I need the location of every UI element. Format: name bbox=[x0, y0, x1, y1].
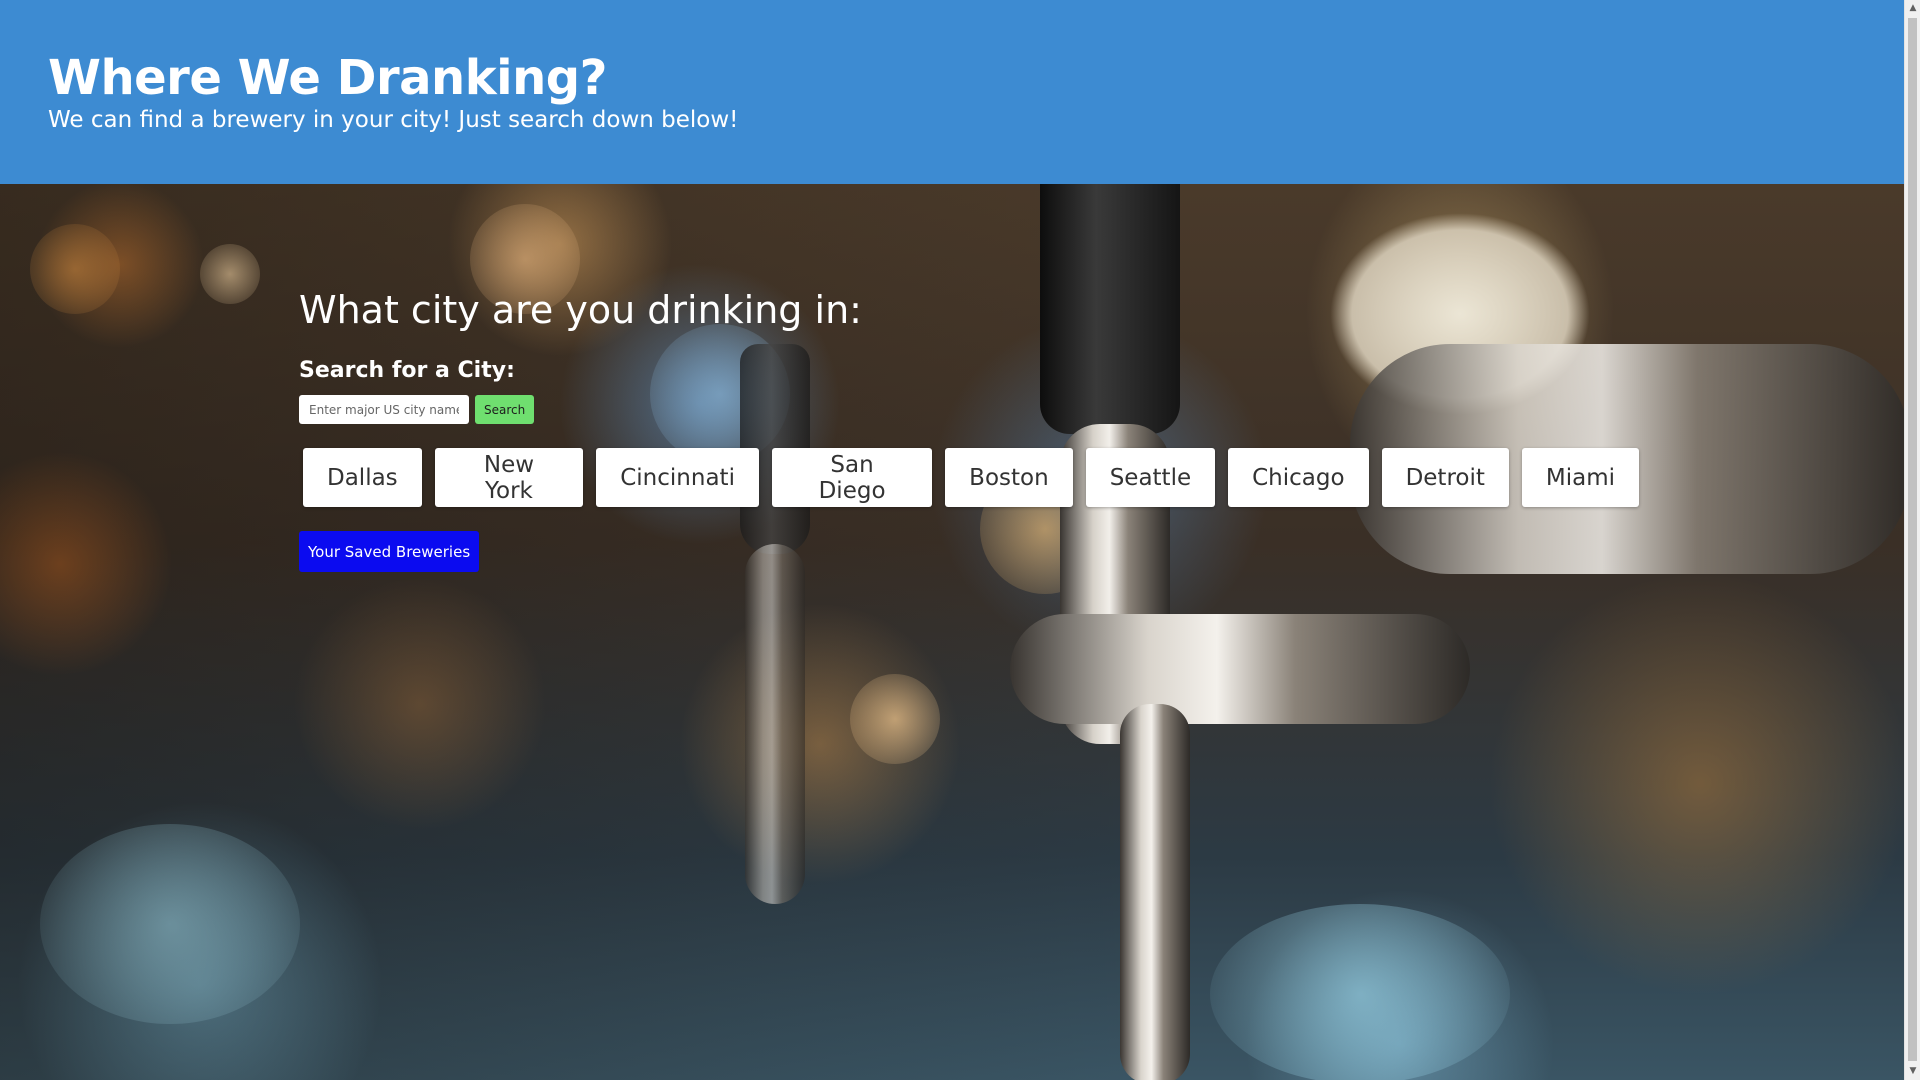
city-search-input[interactable] bbox=[299, 395, 469, 424]
saved-breweries-button[interactable]: Your Saved Breweries bbox=[299, 531, 480, 572]
search-form: Search bbox=[299, 395, 1639, 424]
city-button-cincinnati[interactable]: Cincinnati bbox=[596, 448, 759, 507]
header-banner: Where We Dranking? We can find a brewery… bbox=[0, 0, 1904, 184]
city-button-new-york[interactable]: New York bbox=[434, 448, 584, 507]
city-button-chicago[interactable]: Chicago bbox=[1228, 448, 1369, 507]
page-title: Where We Dranking? bbox=[48, 50, 607, 106]
search-label: Search for a City: bbox=[299, 358, 515, 383]
search-section: What city are you drinking in: Search fo… bbox=[299, 284, 1639, 572]
city-button-dallas[interactable]: Dallas bbox=[303, 448, 422, 507]
city-button-list: Dallas New York Cincinnati San Diego Bos… bbox=[303, 448, 1639, 507]
scroll-thumb[interactable] bbox=[1908, 18, 1917, 1061]
city-button-seattle[interactable]: Seattle bbox=[1085, 448, 1216, 507]
city-question-heading: What city are you drinking in: bbox=[299, 288, 862, 332]
scroll-down-arrow-icon[interactable]: ▼ bbox=[1905, 1063, 1920, 1080]
scroll-up-arrow-icon[interactable]: ▲ bbox=[1905, 0, 1920, 17]
vertical-scrollbar[interactable]: ▲ ▼ bbox=[1904, 0, 1920, 1080]
page-subtitle: We can find a brewery in your city! Just… bbox=[48, 107, 739, 133]
city-button-boston[interactable]: Boston bbox=[945, 448, 1073, 507]
city-button-detroit[interactable]: Detroit bbox=[1381, 448, 1509, 507]
city-button-san-diego[interactable]: San Diego bbox=[771, 448, 933, 507]
page: Where We Dranking? We can find a brewery… bbox=[0, 0, 1920, 1080]
city-button-miami[interactable]: Miami bbox=[1521, 448, 1639, 507]
search-button[interactable]: Search bbox=[475, 395, 535, 424]
